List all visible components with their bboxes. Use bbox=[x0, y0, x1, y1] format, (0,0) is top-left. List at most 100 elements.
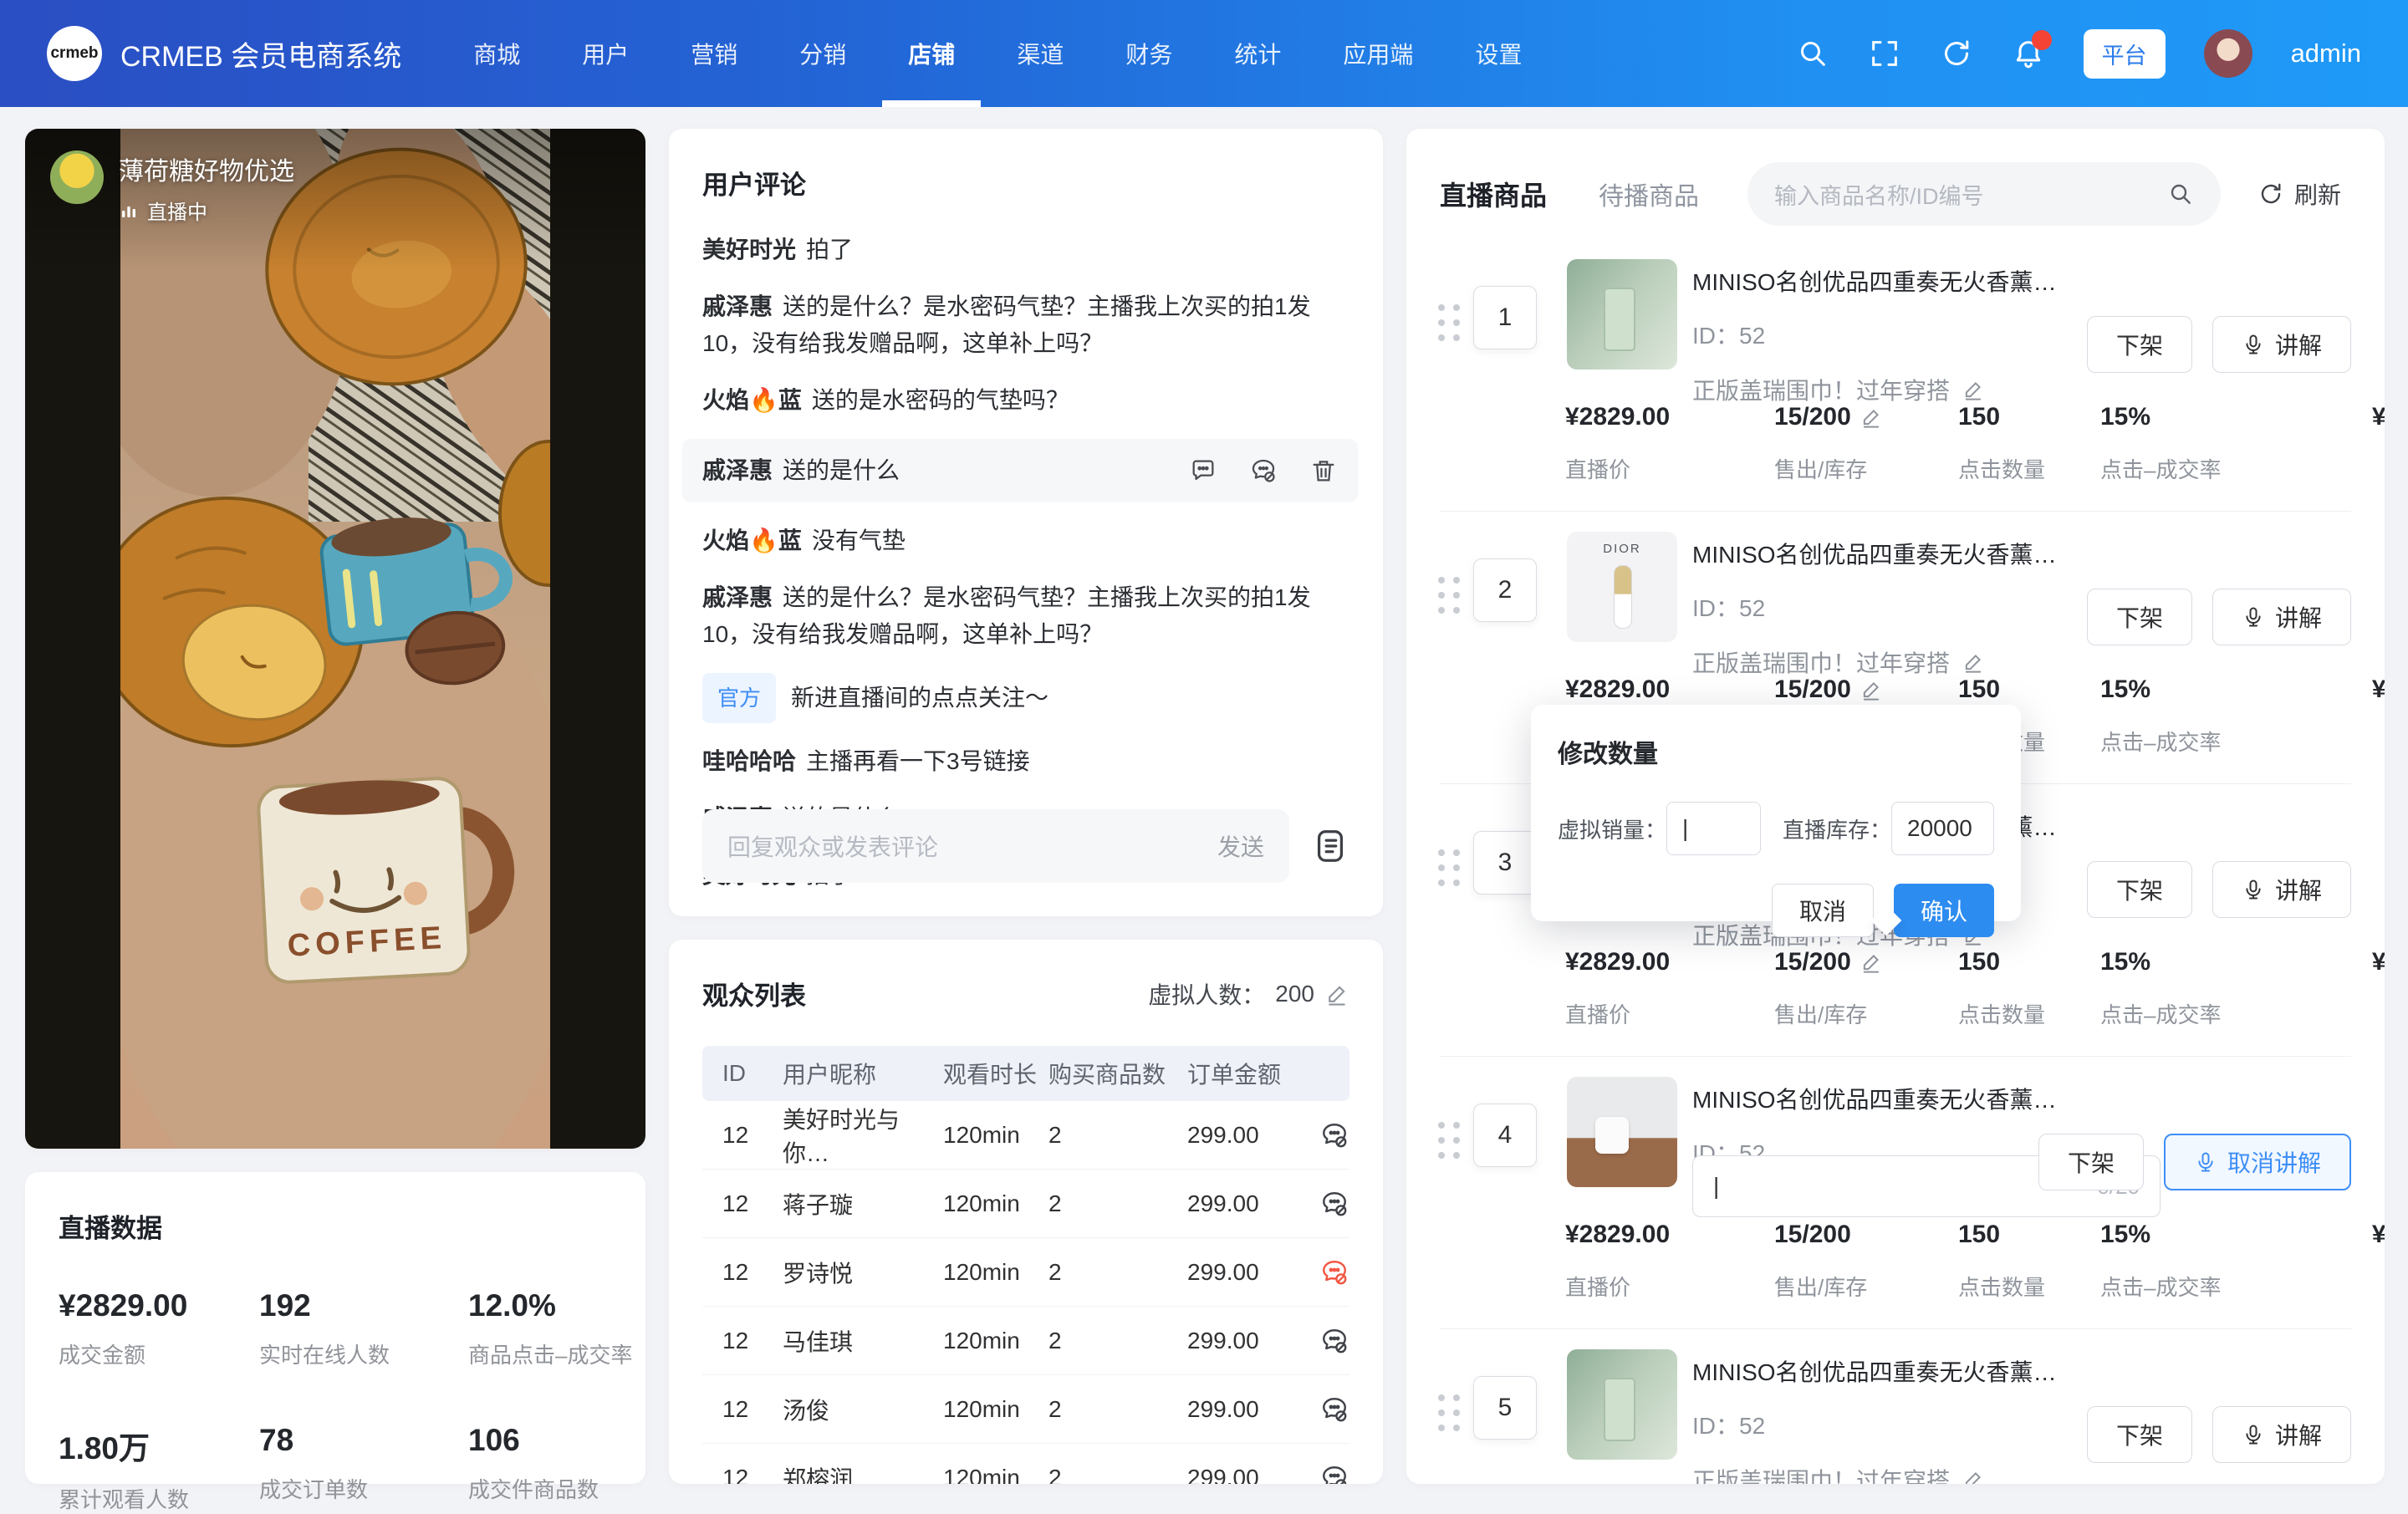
live-stock-input[interactable]: 20000 bbox=[1891, 802, 1994, 855]
live-stat: ¥2829.00成交金额 bbox=[59, 1288, 259, 1369]
stat-label: 成交金额 bbox=[2301, 726, 2385, 757]
comment-input[interactable]: 回复观众或发表评论 发送 bbox=[702, 809, 1289, 883]
menu-item-用户[interactable]: 用户 bbox=[582, 0, 629, 107]
stat-label: 成交金额 bbox=[59, 1338, 259, 1369]
mic-icon bbox=[2242, 1423, 2265, 1446]
menu-item-设置[interactable]: 设置 bbox=[1475, 0, 1522, 107]
edit-pencil-icon[interactable] bbox=[1962, 1468, 1985, 1484]
comment-text: 新进直播间的点点关注～ bbox=[791, 685, 1048, 711]
refresh-products-button[interactable]: 刷新 bbox=[2258, 177, 2341, 211]
mute-user-icon[interactable] bbox=[1319, 1120, 1349, 1150]
edit-pencil-icon[interactable] bbox=[1860, 405, 1883, 429]
virtual-count: 虚拟人数：200 bbox=[1148, 977, 1349, 1011]
drag-handle-icon[interactable] bbox=[1438, 1394, 1460, 1431]
stat-value: 12.0% bbox=[468, 1288, 632, 1323]
edit-pencil-icon[interactable] bbox=[1962, 378, 1985, 401]
mute-user-icon[interactable] bbox=[1319, 1463, 1349, 1484]
stat-value: 15/200 bbox=[1774, 948, 1958, 976]
cancel-button[interactable]: 取消 bbox=[1772, 884, 1874, 937]
drag-handle-icon[interactable] bbox=[1438, 577, 1460, 614]
mute-user-icon[interactable] bbox=[1319, 1257, 1349, 1287]
explain-button[interactable]: 讲解 bbox=[2212, 861, 2351, 918]
crmeb-logo: crmeb bbox=[47, 26, 102, 81]
edit-pencil-icon[interactable] bbox=[1962, 650, 1985, 674]
explain-button[interactable]: 讲解 bbox=[2212, 1406, 2351, 1463]
menu-item-商城[interactable]: 商城 bbox=[473, 0, 520, 107]
product-image bbox=[1567, 1077, 1677, 1187]
viewer-row: 12蒋子璇120min2299.00 bbox=[702, 1170, 1349, 1238]
mute-viewer-button[interactable] bbox=[1313, 1394, 1349, 1425]
mute-user-icon[interactable] bbox=[1319, 1394, 1349, 1425]
explain-button[interactable]: 讲解 bbox=[2212, 316, 2351, 373]
menu-item-应用端[interactable]: 应用端 bbox=[1343, 0, 1413, 107]
edit-pencil-icon[interactable] bbox=[1860, 951, 1883, 974]
edit-pencil-icon[interactable] bbox=[1860, 678, 1883, 701]
menu-item-店铺[interactable]: 店铺 bbox=[908, 0, 955, 107]
product-stat: ¥2829.00直播价 bbox=[1565, 1221, 1774, 1302]
tab-live-products[interactable]: 直播商品 bbox=[1440, 175, 1547, 213]
bell-icon[interactable] bbox=[2012, 37, 2045, 70]
delete-comment-icon[interactable] bbox=[1309, 456, 1338, 485]
product-note: 正版盖瑞围巾！过年穿搭 bbox=[1692, 645, 2057, 679]
tab-pending-products[interactable]: 待播商品 bbox=[1599, 176, 1699, 212]
take-down-button[interactable]: 下架 bbox=[2087, 589, 2192, 645]
comment-user: 火焰🔥蓝 bbox=[702, 528, 802, 553]
product-row: 5MINISO名创优品四重奏无火香薰家用室内持久四季茶清香氛清新卧室ID：52正… bbox=[1440, 1329, 2351, 1484]
product-stat: 150点击数量 bbox=[1958, 1221, 2100, 1302]
comment-actions bbox=[1189, 456, 1338, 485]
drag-handle-icon[interactable] bbox=[1438, 304, 1460, 341]
take-down-button[interactable]: 下架 bbox=[2087, 316, 2192, 373]
menu-item-财务[interactable]: 财务 bbox=[1125, 0, 1172, 107]
explain-button[interactable]: 讲解 bbox=[2212, 589, 2351, 645]
drag-handle-icon[interactable] bbox=[1438, 1122, 1460, 1159]
edit-pencil-icon[interactable] bbox=[1324, 981, 1349, 1007]
menu-item-统计[interactable]: 统计 bbox=[1234, 0, 1281, 107]
live-data-grid: ¥2829.00成交金额192实时在线人数12.0%商品点击–成交率1.80万累… bbox=[59, 1288, 612, 1514]
mute-viewer-button[interactable] bbox=[1313, 1189, 1349, 1219]
platform-badge[interactable]: 平台 bbox=[2084, 29, 2166, 79]
signal-bars-icon bbox=[119, 201, 139, 221]
product-stat: 15/200售出/库存 bbox=[1774, 1221, 1958, 1302]
username[interactable]: admin bbox=[2291, 38, 2361, 69]
mic-icon bbox=[2194, 1150, 2217, 1174]
take-down-button[interactable]: 下架 bbox=[2087, 861, 2192, 918]
search-icon[interactable] bbox=[1796, 37, 1829, 70]
comment-input-placeholder: 回复观众或发表评论 bbox=[727, 829, 938, 863]
take-down-button[interactable]: 下架 bbox=[2038, 1134, 2144, 1190]
menu-item-分销[interactable]: 分销 bbox=[799, 0, 846, 107]
comment-item: 美好时光拍了 bbox=[702, 232, 1349, 268]
virtual-sales-input[interactable]: | bbox=[1666, 802, 1761, 855]
comment-input-row: 回复观众或发表评论 发送 bbox=[702, 809, 1349, 883]
live-video-frame: COFFEE bbox=[120, 129, 550, 1149]
refresh-icon[interactable] bbox=[1940, 37, 1973, 70]
take-down-button[interactable]: 下架 bbox=[2087, 1406, 2192, 1463]
mute-viewer-button[interactable] bbox=[1313, 1463, 1349, 1484]
comment-text: 送的是什么 bbox=[783, 452, 900, 489]
live-data-title: 直播数据 bbox=[59, 1207, 612, 1245]
quick-comment-list-icon[interactable] bbox=[1311, 827, 1349, 865]
stat-label: 商品点击–成交率 bbox=[468, 1338, 632, 1369]
search-icon[interactable] bbox=[2167, 181, 2194, 207]
product-search-input[interactable]: 输入商品名称/ID编号 bbox=[1747, 162, 2221, 226]
mute-user-icon[interactable] bbox=[1249, 456, 1278, 485]
explain-button[interactable]: 取消讲解 bbox=[2164, 1134, 2351, 1190]
confirm-button[interactable]: 确认 bbox=[1894, 884, 1994, 937]
viewers-column-header: 观看时长 bbox=[943, 1057, 1048, 1090]
stat-label: 点击–成交率 bbox=[2100, 1271, 2301, 1302]
menu-item-营销[interactable]: 营销 bbox=[691, 0, 737, 107]
menu-item-渠道[interactable]: 渠道 bbox=[1017, 0, 1064, 107]
user-avatar[interactable] bbox=[2204, 29, 2252, 78]
refresh-label: 刷新 bbox=[2294, 177, 2341, 211]
send-button[interactable]: 发送 bbox=[1217, 829, 1264, 863]
drag-handle-icon[interactable] bbox=[1438, 849, 1460, 886]
mute-user-icon[interactable] bbox=[1319, 1326, 1349, 1356]
mute-viewer-button[interactable] bbox=[1313, 1257, 1349, 1287]
reply-comment-icon[interactable] bbox=[1189, 456, 1217, 485]
mute-viewer-button[interactable] bbox=[1313, 1120, 1349, 1150]
stat-label: 点击数量 bbox=[1958, 1271, 2100, 1302]
product-stat: ¥2829.00成交金额 bbox=[2301, 948, 2385, 1029]
mute-user-icon[interactable] bbox=[1319, 1189, 1349, 1219]
stat-label: 点击–成交率 bbox=[2100, 726, 2301, 757]
fullscreen-icon[interactable] bbox=[1868, 37, 1901, 70]
mute-viewer-button[interactable] bbox=[1313, 1326, 1349, 1356]
